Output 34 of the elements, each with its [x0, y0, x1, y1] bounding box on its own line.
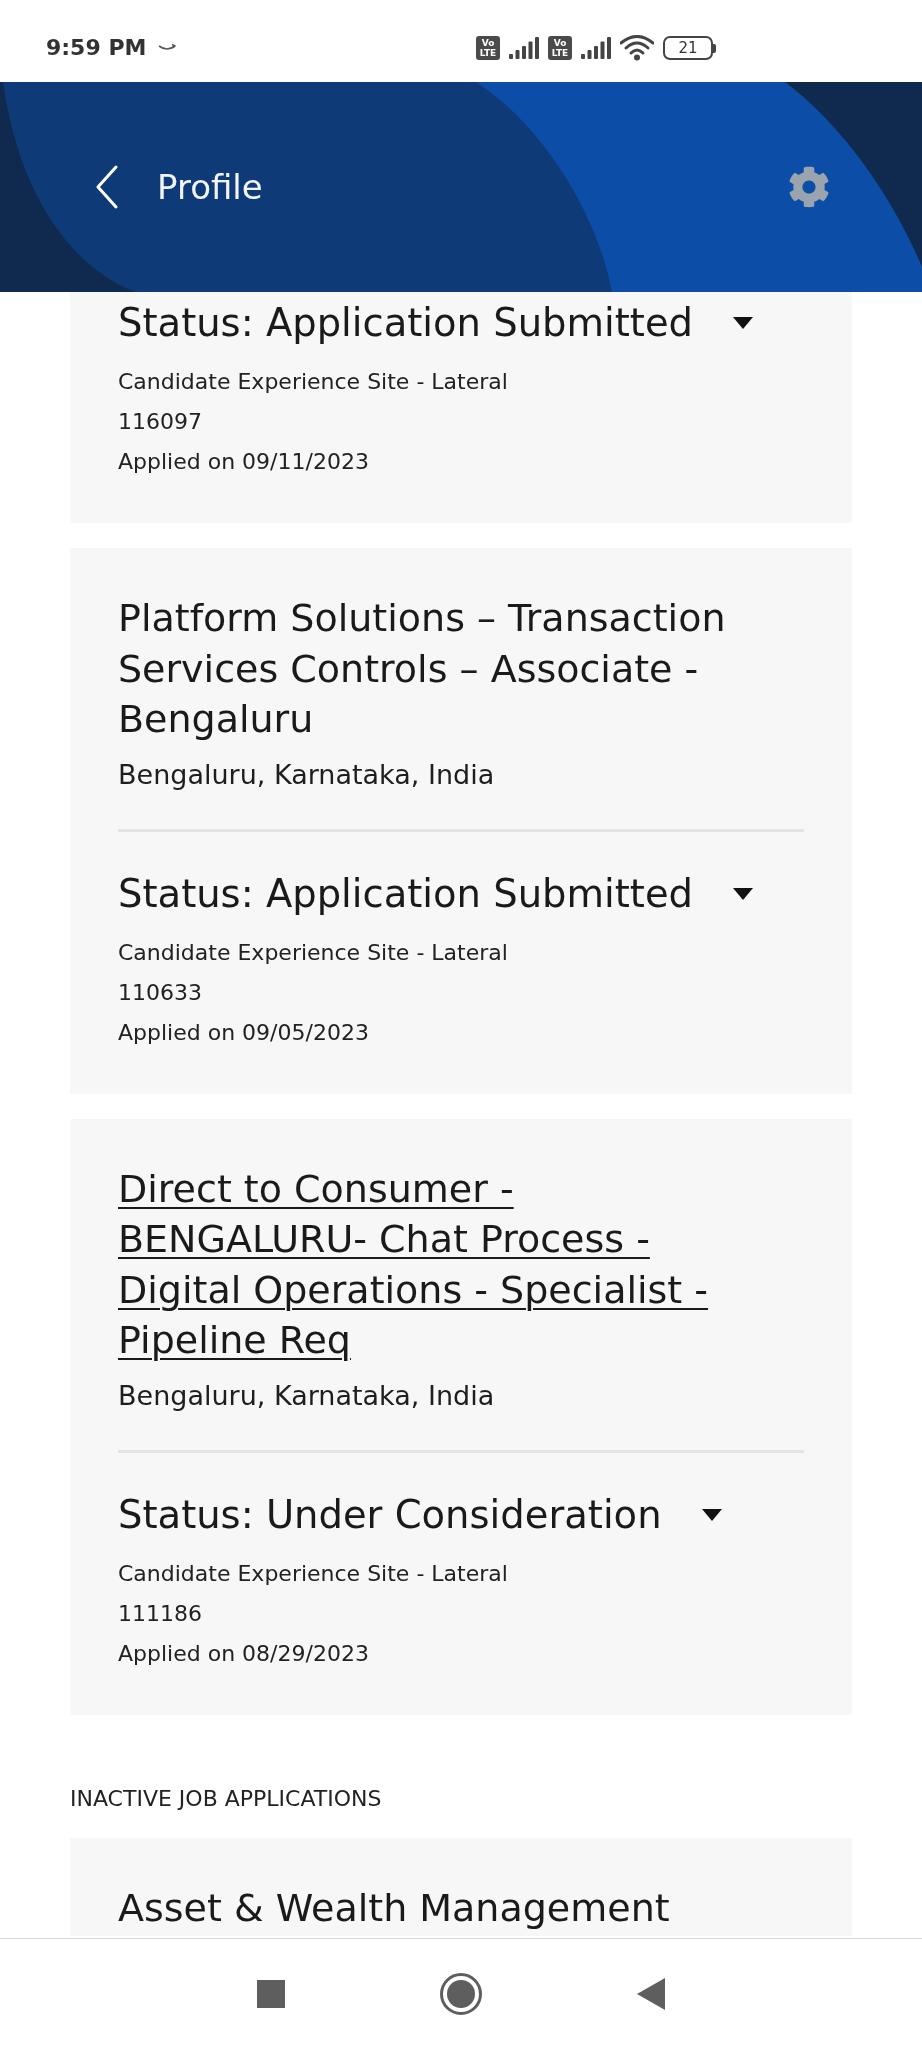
chevron-left-icon [95, 165, 118, 209]
volte-badge: Vo LTE [476, 36, 500, 60]
job-title-link[interactable]: Direct to Consumer - BENGALURU- Chat Process - Digital Operations - Specialist - Pipeline Req [118, 1163, 758, 1366]
requisition-number: 110633 [118, 978, 203, 1007]
site-label: Candidate Experience Site - Lateral [118, 938, 508, 967]
job-location: Bengaluru, Karnataka, India [118, 1378, 495, 1413]
job-location: Bengaluru, Karnataka, India [118, 757, 495, 792]
settings-icon [788, 166, 830, 208]
requisition-number: 116097 [118, 408, 203, 436]
applied-date: Applied on 08/29/2023 [118, 1639, 370, 1668]
wifi-icon [620, 35, 654, 61]
settings-button[interactable] [788, 166, 830, 208]
status-dropdown[interactable]: Status: Application Submitted [118, 868, 754, 919]
applied-date: Applied on 09/11/2023 [118, 448, 370, 476]
requisition-number: 111186 [118, 1599, 203, 1628]
site-label: Candidate Experience Site - Lateral [118, 368, 508, 396]
home-icon[interactable] [440, 1972, 482, 2015]
status-dropdown[interactable]: Status: Application Submitted [118, 298, 754, 348]
status-time: 9:59 PM [46, 34, 147, 62]
signal-bars-icon [581, 37, 611, 59]
site-label: Candidate Experience Site - Lateral [118, 1559, 508, 1588]
applied-date: Applied on 09/05/2023 [118, 1018, 370, 1047]
page-title: Profile [157, 166, 263, 209]
battery-indicator: 21 [663, 36, 716, 60]
job-title: Platform Solutions – Transaction Services Controls – Associate - Bengaluru [118, 595, 727, 743]
signal-bars-icon [509, 37, 539, 59]
back-icon[interactable] [637, 1977, 665, 2010]
square-icon[interactable] [257, 1979, 285, 2008]
status-dropdown[interactable]: Status: Under Consideration [118, 1489, 722, 1540]
back-button[interactable] [95, 165, 118, 209]
curved-arrow-icon [158, 43, 177, 53]
job-title: Asset & Wealth Management [118, 1884, 670, 1932]
section-heading: INACTIVE JOB APPLICATIONS [70, 1784, 383, 1813]
volte-badge: Vo LTE [548, 36, 572, 60]
